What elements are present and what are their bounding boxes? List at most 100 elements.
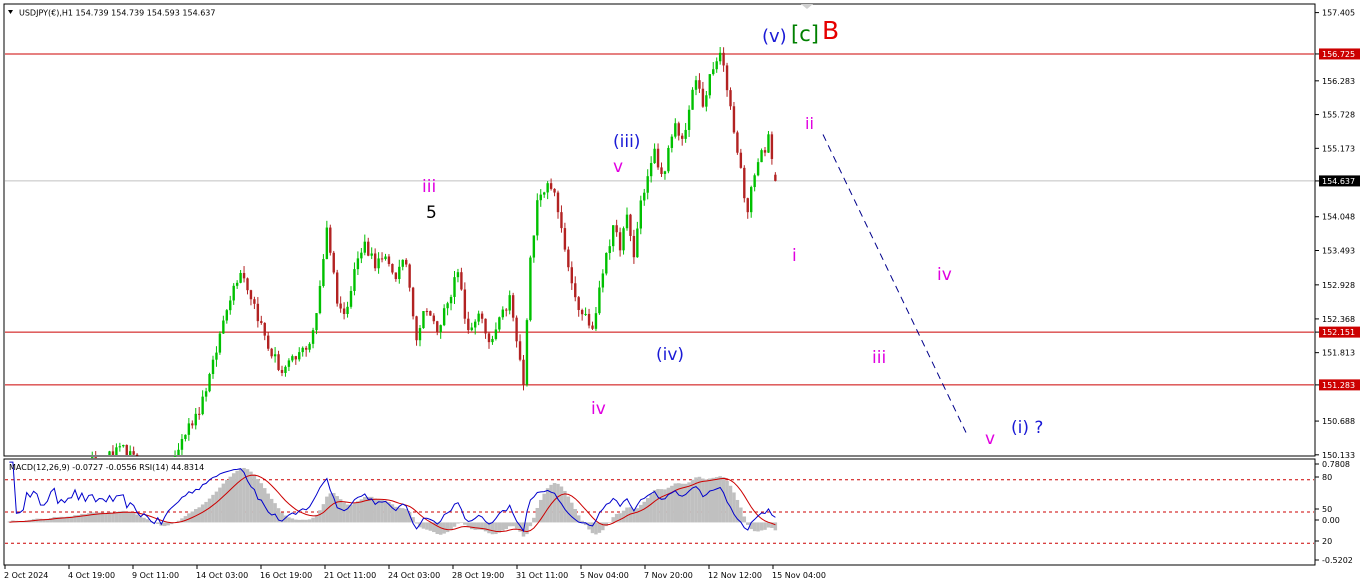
candle-body [301, 347, 304, 353]
candle-body [111, 451, 115, 455]
macd-histogram-bar [728, 485, 733, 523]
macd-histogram-bar [356, 501, 360, 523]
indicator-tick-label: 80 [1322, 473, 1332, 482]
macd-histogram-bar [635, 508, 640, 523]
indicator-tick-label: 50 [1322, 505, 1332, 514]
candle-body [563, 228, 567, 250]
candle-body [632, 235, 636, 258]
macd-histogram-bar [570, 502, 574, 523]
macd-histogram-bar [483, 522, 488, 532]
candle-body [763, 150, 767, 153]
candle-body [125, 444, 128, 455]
candle-body [346, 306, 349, 314]
candle-body [456, 272, 460, 278]
candle-body [263, 322, 266, 336]
wave-label: iv [937, 265, 952, 285]
price-tick-label: 154.048 [1322, 213, 1355, 222]
candle-body [332, 252, 335, 273]
candle-body [753, 175, 756, 188]
candle-body [608, 246, 611, 254]
macd-histogram-bar [673, 483, 678, 523]
candle-body [653, 148, 656, 164]
candle-body [646, 176, 649, 193]
wave-label: B [822, 16, 839, 45]
candle-body [405, 259, 408, 265]
candle-body [267, 335, 270, 349]
macd-histogram-bar [349, 504, 353, 523]
candle-body [408, 264, 411, 288]
candle-body [718, 52, 722, 62]
candle-body [277, 354, 280, 370]
candle-body [380, 258, 384, 260]
price-tick-label: 152.151 [1322, 328, 1355, 337]
macd-histogram-bar [52, 516, 57, 523]
time-tick-label: 28 Oct 19:00 [452, 571, 504, 580]
price-chart[interactable]: (v) [c] Bii (iii) v iii 5 i iv (iv) iii iv v (i) ? 15… [0, 0, 1366, 588]
candle-body [601, 273, 605, 288]
macd-histogram-bar [490, 522, 495, 535]
wave-label: iii [872, 348, 886, 368]
candle-body [743, 167, 746, 199]
macd-histogram-bar [494, 522, 498, 535]
candle-body [567, 249, 570, 268]
candle-body [367, 241, 370, 256]
macd-histogram-bar [501, 522, 505, 531]
candle-body [522, 359, 525, 385]
candle-body [594, 313, 598, 329]
candle-body [746, 198, 749, 213]
candle-body [446, 303, 449, 309]
candle-body [218, 333, 222, 353]
macd-histogram-bar [742, 516, 747, 523]
candle-body [501, 309, 504, 318]
candle-body [191, 423, 194, 426]
candle-body [135, 454, 139, 456]
candle-body [246, 278, 249, 291]
candle-body [543, 192, 546, 195]
candle-body [529, 257, 532, 321]
wave-label: (iii) [613, 132, 640, 152]
candle-body [394, 272, 398, 280]
macd-histogram-bar [566, 496, 571, 523]
candle-body [639, 200, 642, 229]
macd-histogram-bar [763, 522, 767, 530]
price-tick-label: 156.725 [1322, 50, 1355, 59]
macd-histogram-bar [294, 519, 298, 523]
time-tick-label: 24 Oct 03:00 [388, 571, 440, 580]
macd-histogram-bar [428, 522, 433, 531]
candle-body [260, 321, 263, 323]
macd-histogram-bar [397, 507, 402, 523]
candle-body [325, 227, 329, 260]
candle-body [484, 318, 487, 334]
time-tick-label: 12 Nov 12:00 [708, 571, 762, 580]
macd-histogram-bar [659, 489, 664, 523]
candle-body [687, 109, 691, 130]
price-tick-label: 157.405 [1322, 9, 1355, 18]
macd-histogram-bar [652, 490, 657, 523]
macd-histogram-bar [746, 522, 750, 525]
candle-body [474, 321, 477, 328]
candle-body [311, 330, 315, 344]
wave-label: iii [422, 177, 436, 197]
candle-body [336, 272, 339, 304]
candle-body [349, 290, 353, 307]
macd-histogram-bar [225, 479, 229, 523]
candle-body [505, 309, 508, 311]
price-tick-label: 155.728 [1322, 111, 1355, 120]
candle-body [712, 69, 715, 75]
candle-body [318, 285, 322, 314]
indicator-info: MACD(12,26,9) -0.0727 -0.0556 RSI(14) 44… [9, 463, 204, 472]
candle-body [239, 272, 242, 283]
candle-body [353, 269, 356, 291]
candle-body [342, 308, 346, 314]
macd-histogram-bar [656, 488, 660, 523]
candle-body [691, 89, 694, 110]
candle-body [198, 413, 201, 415]
macd-histogram-bar [273, 503, 277, 523]
macd-histogram-bar [207, 498, 212, 523]
candle-body [225, 310, 228, 321]
candle-body [477, 313, 480, 322]
candle-body [770, 134, 774, 159]
candle-body [439, 325, 442, 333]
wave-label: (i) ? [1011, 418, 1043, 438]
macd-histogram-bar [649, 494, 653, 523]
